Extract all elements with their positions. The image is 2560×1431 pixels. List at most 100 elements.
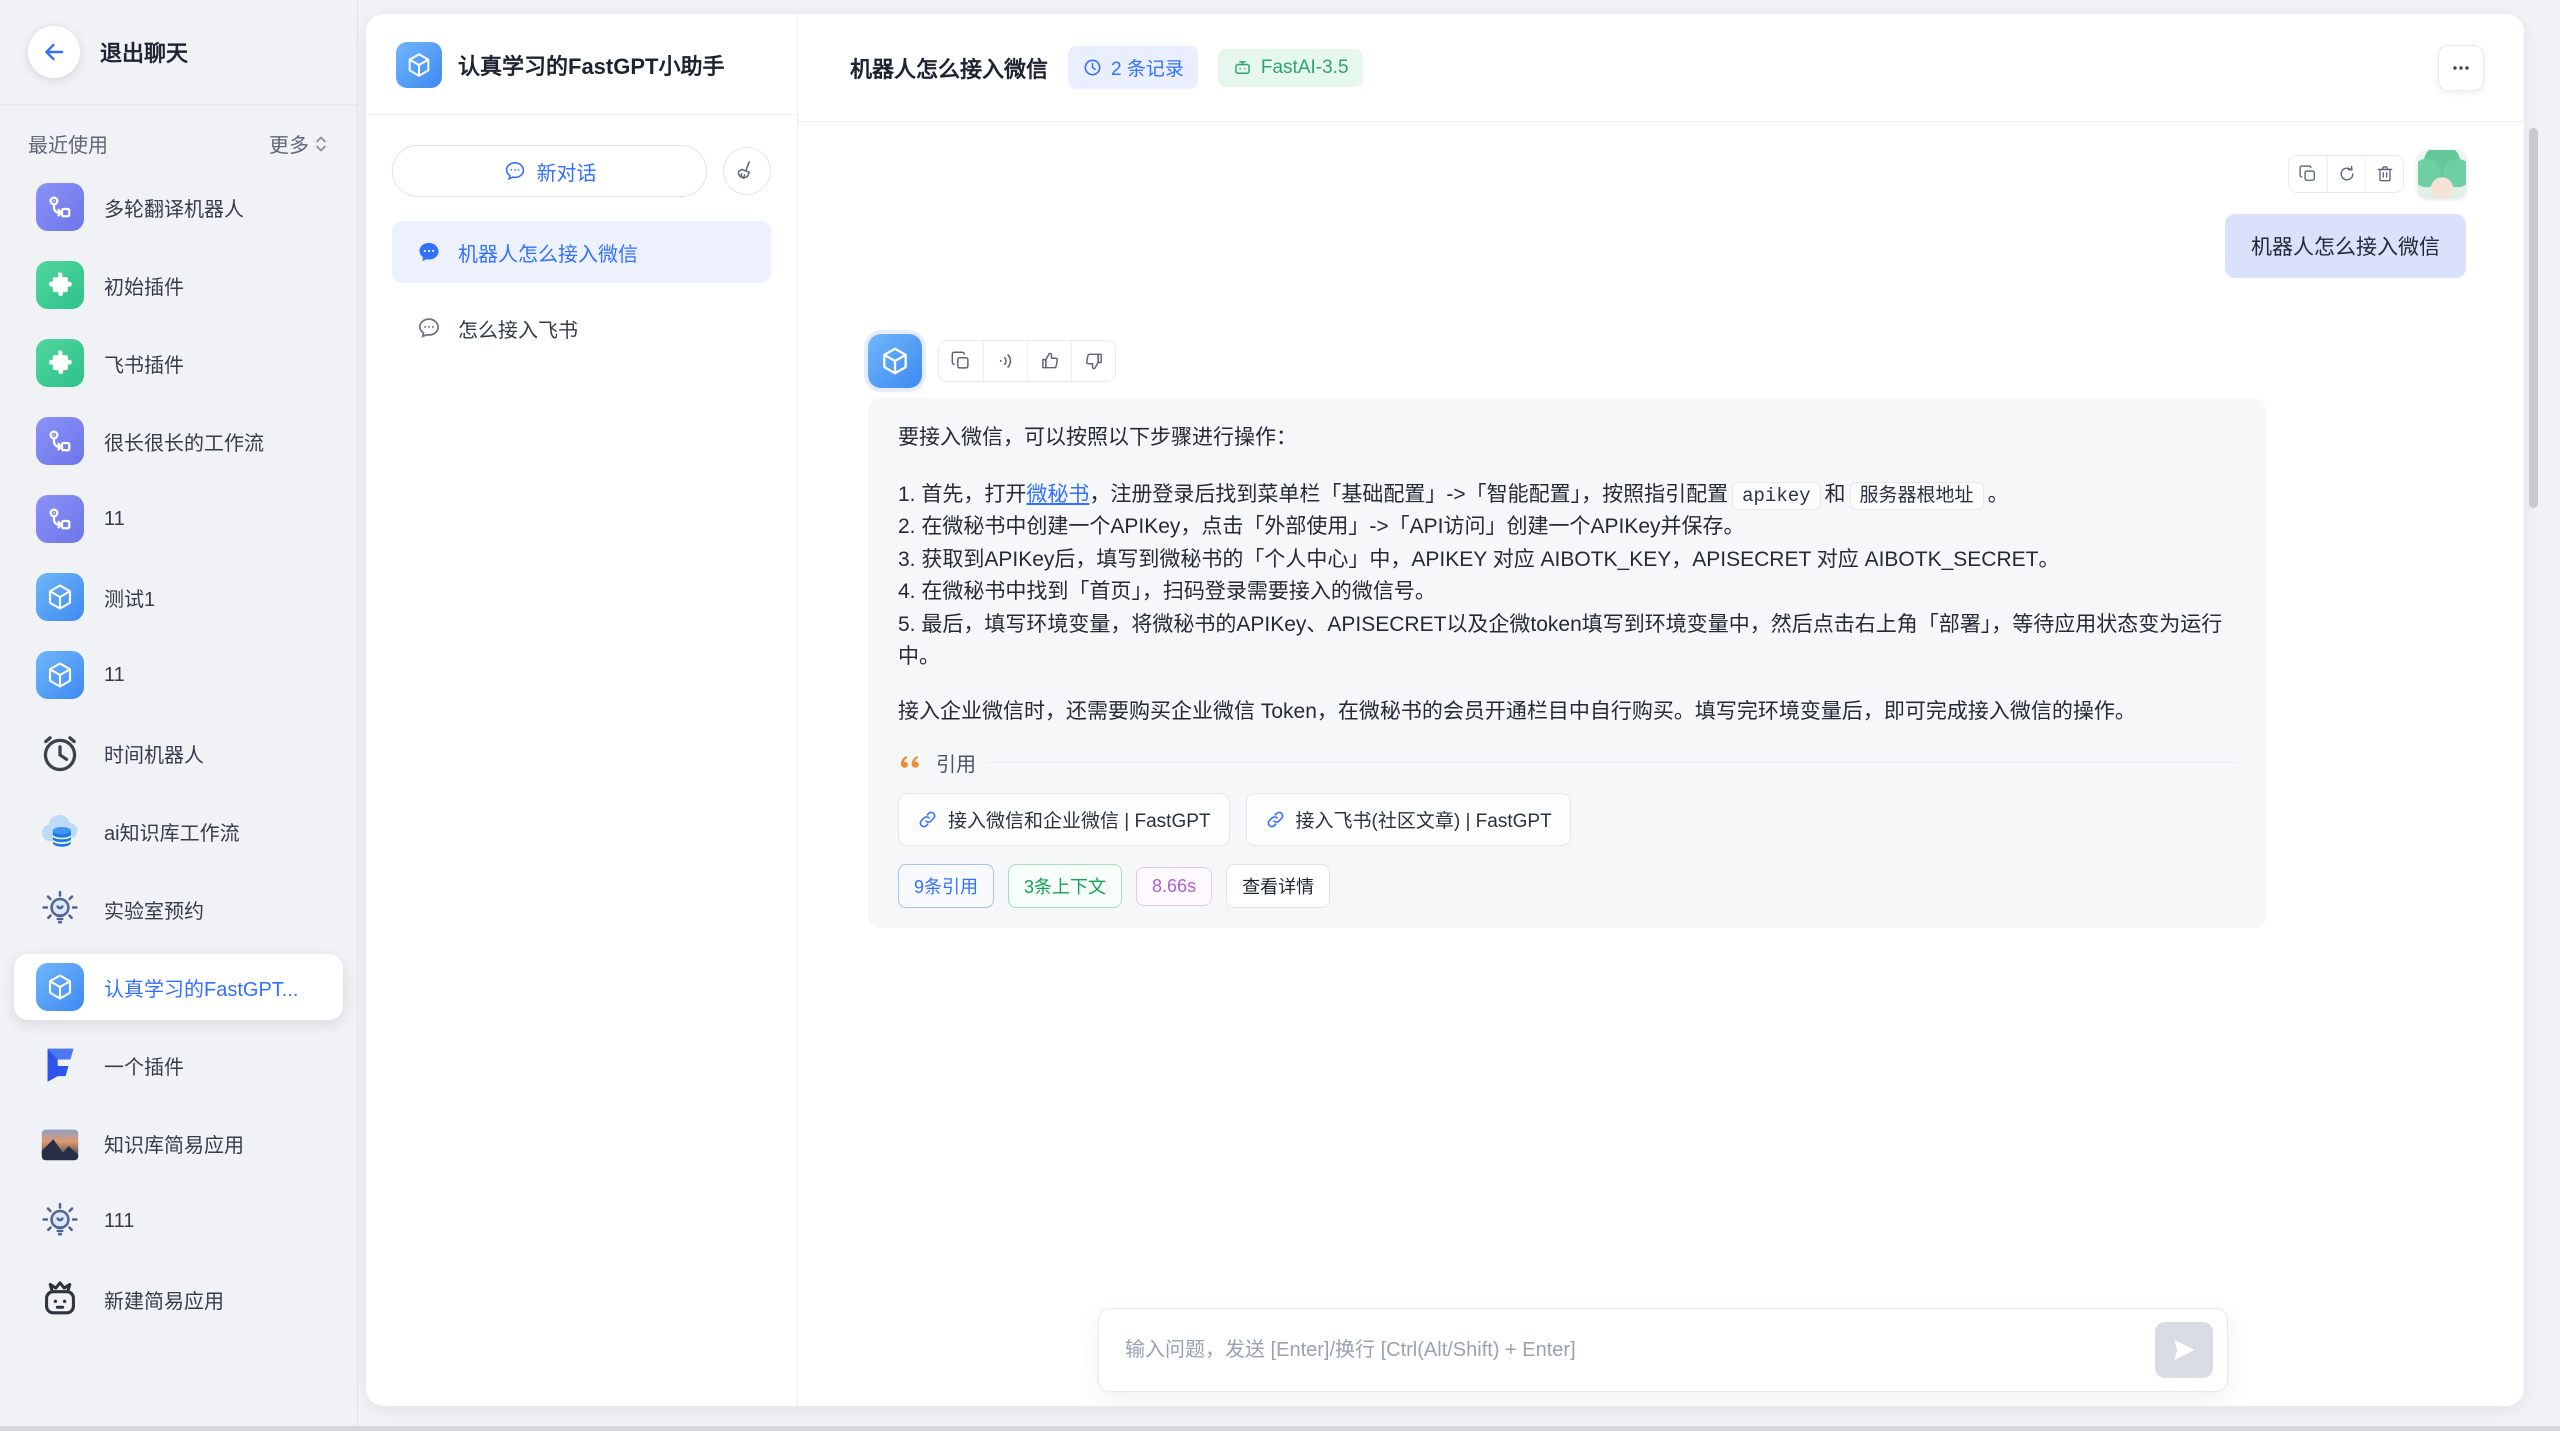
assistant-intro: 要接入微信，可以按照以下步骤进行操作： <box>898 422 2236 455</box>
citation-label: 接入飞书(社区文章) | FastGPT <box>1296 806 1552 833</box>
history-item-1[interactable]: 怎么接入飞书 <box>392 297 771 359</box>
quotes-count-pill[interactable]: 9条引用 <box>898 864 994 908</box>
more-button[interactable]: 更多 <box>269 129 329 158</box>
bulb-icon <box>36 1197 84 1245</box>
thumbs-down-icon[interactable] <box>1071 341 1115 381</box>
exit-chat-label: 退出聊天 <box>100 36 188 68</box>
user-message-header <box>868 150 2466 198</box>
messages-area: 机器人怎么接入微信 <box>798 122 2524 1406</box>
sidebar-item-1[interactable]: 初始插件 <box>14 252 343 318</box>
chat-input[interactable] <box>1125 1339 2155 1362</box>
chat-bubble-icon <box>503 159 527 183</box>
citation-label: 接入微信和企业微信 | FastGPT <box>948 806 1211 833</box>
history-item-label: 怎么接入飞书 <box>458 314 578 343</box>
user-message-bubble: 机器人怎么接入微信 <box>2225 214 2466 278</box>
sidebar-header: 退出聊天 <box>0 0 357 105</box>
photo-icon <box>36 1119 84 1167</box>
view-detail-pill[interactable]: 查看详情 <box>1226 864 1330 908</box>
model-badge[interactable]: FastAI-3.5 <box>1218 49 1363 87</box>
scrollbar[interactable] <box>2529 128 2538 508</box>
assistant-message-header <box>868 334 2466 388</box>
plugin-icon <box>36 339 84 387</box>
delete-icon[interactable] <box>2365 156 2403 192</box>
retry-icon[interactable] <box>2327 156 2365 192</box>
sidebar-item-14[interactable]: 新建简易应用 <box>14 1266 343 1332</box>
chevron-up-down-icon <box>313 132 329 156</box>
user-avatar <box>2418 150 2466 198</box>
app-list: 多轮翻译机器人 初始插件 飞书插件 很长很长的工作流 11 测试1 11 时间机… <box>0 174 357 1332</box>
sidebar-item-12[interactable]: 知识库简易应用 <box>14 1110 343 1176</box>
more-label: 更多 <box>269 129 309 158</box>
chat-header: 机器人怎么接入微信 2 条记录 FastAI-3.5 <box>798 14 2524 122</box>
assistant-avatar-cube-icon <box>868 334 922 388</box>
sidebar-item-5[interactable]: 测试1 <box>14 564 343 630</box>
chat-bubble-icon <box>416 315 442 341</box>
divider <box>988 762 2236 763</box>
assistant-step-5: 5. 最后，填写环境变量，将微秘书的APIKey、APISECRET以及企微to… <box>898 609 2236 674</box>
user-message-toolbar <box>2288 155 2404 193</box>
sidebar-item-6[interactable]: 11 <box>14 642 343 708</box>
robot-icon <box>1232 57 1253 78</box>
sidebar-item-13[interactable]: 111 <box>14 1188 343 1254</box>
ellipsis-icon <box>2449 56 2473 80</box>
app-title: 认真学习的FastGPT小助手 <box>458 49 724 81</box>
sidebar-item-10[interactable]: 认真学习的FastGPT... <box>14 954 343 1020</box>
new-chat-label: 新对话 <box>537 157 597 186</box>
cube-icon <box>36 963 84 1011</box>
link-icon <box>917 809 938 830</box>
response-time-pill[interactable]: 8.66s <box>1136 867 1212 906</box>
copy-icon[interactable] <box>2289 156 2327 192</box>
sidebar-item-0[interactable]: 多轮翻译机器人 <box>14 174 343 240</box>
sidebar-item-label: 时间机器人 <box>104 739 204 768</box>
exit-chat-button[interactable] <box>28 26 80 78</box>
step-text: ，注册登录后找到菜单栏「基础配置」->「智能配置」，按照指引配置 <box>1089 483 1728 506</box>
sidebar-item-label: 很长很长的工作流 <box>104 427 264 456</box>
clear-history-button[interactable] <box>723 147 771 195</box>
citations-row: 接入微信和企业微信 | FastGPT 接入飞书(社区文章) | FastGPT <box>898 793 2236 846</box>
step-text: 。 <box>1988 483 2009 506</box>
sidebar-item-7[interactable]: 时间机器人 <box>14 720 343 786</box>
clock-icon <box>1082 57 1103 78</box>
assistant-steps: 1. 首先，打开微秘书，注册登录后找到菜单栏「基础配置」->「智能配置」，按照指… <box>898 479 2236 674</box>
result-badges-row: 9条引用 3条上下文 8.66s 查看详情 <box>898 864 2236 908</box>
new-chat-button[interactable]: 新对话 <box>392 145 707 197</box>
thumbs-up-icon[interactable] <box>1027 341 1071 381</box>
send-icon <box>2170 1336 2198 1364</box>
step-text: 和 <box>1825 483 1846 506</box>
clock-icon <box>36 729 84 777</box>
robot-icon <box>36 1275 84 1323</box>
weimishu-link[interactable]: 微秘书 <box>1026 483 1089 506</box>
records-badge[interactable]: 2 条记录 <box>1068 46 1198 89</box>
plugin-icon <box>36 261 84 309</box>
main-card: 认真学习的FastGPT小助手 新对话 机器人怎么接入微信 怎么接入飞书 机器人… <box>366 14 2524 1406</box>
assistant-step-3: 3. 获取到APIKey后，填写到微秘书的「个人中心」中，APIKEY 对应 A… <box>898 544 2236 577</box>
sidebar-item-4[interactable]: 11 <box>14 486 343 552</box>
history-item-0[interactable]: 机器人怎么接入微信 <box>392 221 771 283</box>
bulb-icon <box>36 885 84 933</box>
chat-input-bar <box>1098 1308 2228 1392</box>
sidebar-item-label: 新建简易应用 <box>104 1285 224 1314</box>
model-badge-label: FastAI-3.5 <box>1261 57 1349 79</box>
workflow-icon <box>36 417 84 465</box>
workflow-icon <box>36 183 84 231</box>
read-aloud-icon[interactable] <box>983 341 1027 381</box>
citation-chip-1[interactable]: 接入飞书(社区文章) | FastGPT <box>1246 793 1571 846</box>
sidebar-item-2[interactable]: 飞书插件 <box>14 330 343 396</box>
send-button[interactable] <box>2155 1322 2213 1378</box>
sidebar-item-11[interactable]: 一个插件 <box>14 1032 343 1098</box>
sidebar-item-8[interactable]: ai知识库工作流 <box>14 798 343 864</box>
chat-title: 机器人怎么接入微信 <box>850 52 1048 84</box>
citation-chip-0[interactable]: 接入微信和企业微信 | FastGPT <box>898 793 1230 846</box>
sidebar-item-label: 111 <box>104 1210 134 1233</box>
history-list: 机器人怎么接入微信 怎么接入飞书 <box>366 221 797 359</box>
back-arrow-icon <box>41 39 67 65</box>
sidebar-item-3[interactable]: 很长很长的工作流 <box>14 408 343 474</box>
records-badge-label: 2 条记录 <box>1111 54 1184 81</box>
app-panel-header: 认真学习的FastGPT小助手 <box>366 14 797 115</box>
context-count-pill[interactable]: 3条上下文 <box>1008 864 1122 908</box>
sidebar-item-label: 多轮翻译机器人 <box>104 193 244 222</box>
sidebar-item-label: 11 <box>104 664 125 687</box>
chat-more-button[interactable] <box>2438 45 2484 91</box>
copy-icon[interactable] <box>939 341 983 381</box>
sidebar-item-9[interactable]: 实验室预约 <box>14 876 343 942</box>
